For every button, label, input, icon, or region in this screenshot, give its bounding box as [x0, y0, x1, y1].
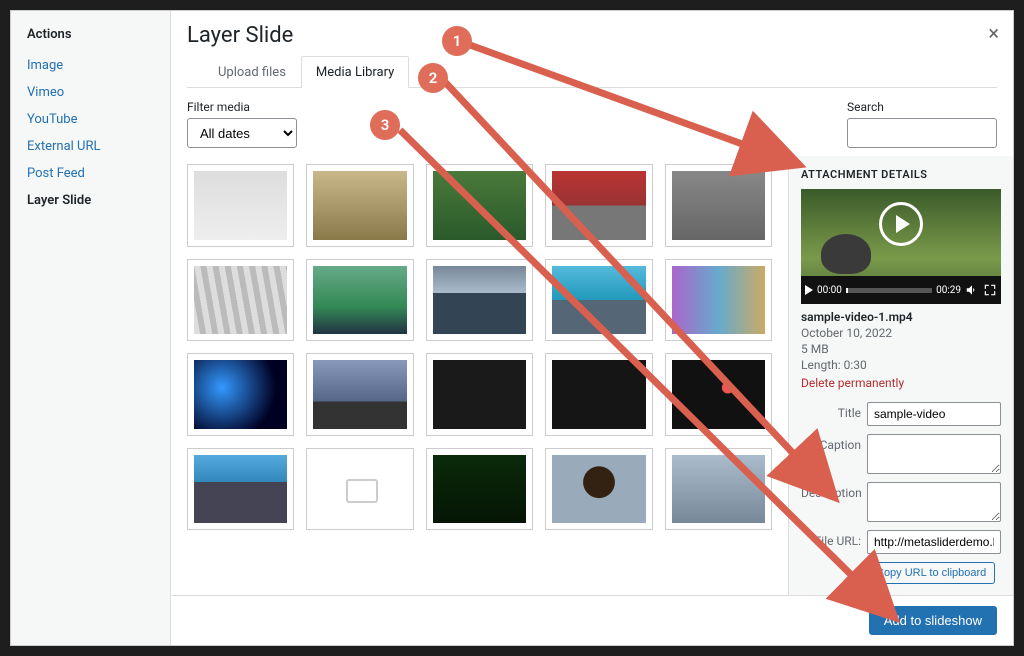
close-icon[interactable]: × [988, 21, 999, 45]
delete-link[interactable]: Delete permanently [801, 376, 904, 390]
video-preview[interactable]: 00:00 00:29 [801, 189, 1001, 304]
media-thumb[interactable] [306, 164, 413, 247]
file-name: sample-video-1.mp4 [801, 310, 1001, 324]
media-thumb[interactable] [306, 353, 413, 436]
caption-label: Caption [801, 434, 861, 452]
sidebar-item-youtube[interactable]: YouTube [27, 106, 154, 133]
sidebar-item-post-feed[interactable]: Post Feed [27, 160, 154, 187]
filter-label: Filter media [187, 100, 297, 114]
modal-title: Layer Slide [187, 23, 997, 48]
media-thumb[interactable] [426, 448, 533, 531]
media-thumb[interactable] [187, 448, 294, 531]
caption-textarea[interactable] [867, 434, 1001, 474]
attachment-details: ATTACHMENT DETAILS 00:00 00:29 sample-vi… [788, 156, 1013, 595]
search-label: Search [847, 100, 997, 114]
details-form: Title Caption Description File URL: [801, 402, 1001, 584]
sidebar-item-vimeo[interactable]: Vimeo [27, 79, 154, 106]
volume-icon[interactable] [965, 283, 979, 297]
play-icon[interactable] [879, 202, 923, 246]
toolbar: Filter media All dates Search [171, 88, 1013, 156]
filter-group: Filter media All dates [187, 100, 297, 148]
media-thumb[interactable] [306, 448, 413, 531]
media-thumb[interactable] [545, 448, 652, 531]
search-group: Search [847, 100, 997, 148]
media-grid [187, 164, 772, 530]
tabs: Upload files Media Library [187, 56, 997, 88]
actions-sidebar: Actions Image Vimeo YouTube External URL… [11, 11, 171, 645]
description-textarea[interactable] [867, 482, 1001, 522]
sidebar-item-image[interactable]: Image [27, 52, 154, 79]
sidebar-item-external-url[interactable]: External URL [27, 133, 154, 160]
modal-header: Layer Slide Upload files Media Library [171, 11, 1013, 88]
title-input[interactable] [867, 402, 1001, 426]
media-thumb[interactable] [187, 353, 294, 436]
copy-url-button[interactable]: Copy URL to clipboard [867, 562, 995, 584]
media-thumb[interactable] [665, 259, 772, 342]
media-grid-scroll[interactable] [171, 156, 788, 595]
sidebar-item-layer-slide[interactable]: Layer Slide [27, 187, 154, 214]
video-still [821, 234, 871, 274]
video-play-icon[interactable] [805, 285, 813, 295]
media-modal: Actions Image Vimeo YouTube External URL… [10, 10, 1014, 646]
media-thumb[interactable] [545, 259, 652, 342]
tab-media-library[interactable]: Media Library [301, 56, 409, 88]
video-controls: 00:00 00:29 [801, 276, 1001, 304]
video-time-total: 00:29 [936, 285, 961, 296]
media-thumb[interactable] [426, 259, 533, 342]
video-time-current: 00:00 [817, 285, 842, 296]
media-thumb[interactable] [665, 164, 772, 247]
description-label: Description [801, 482, 861, 500]
file-size: 5 MB [801, 342, 1001, 356]
modal-footer: Add to slideshow [171, 595, 1013, 645]
video-progress[interactable] [846, 288, 932, 293]
media-thumb[interactable] [306, 259, 413, 342]
media-thumb[interactable] [665, 448, 772, 531]
fullscreen-icon[interactable] [983, 283, 997, 297]
meta-info: sample-video-1.mp4 October 10, 2022 5 MB… [801, 310, 1001, 390]
media-thumb[interactable] [187, 164, 294, 247]
media-thumb[interactable] [545, 353, 652, 436]
search-input[interactable] [847, 118, 997, 148]
media-thumb[interactable] [426, 353, 533, 436]
sidebar-heading: Actions [27, 27, 154, 42]
file-length: Length: 0:30 [801, 358, 1001, 372]
title-label: Title [801, 402, 861, 420]
add-to-slideshow-button[interactable]: Add to slideshow [869, 606, 997, 635]
media-thumb[interactable] [665, 353, 772, 436]
main-panel: × Layer Slide Upload files Media Library… [171, 11, 1013, 645]
file-date: October 10, 2022 [801, 326, 1001, 340]
url-input[interactable] [867, 530, 1001, 554]
tab-upload-files[interactable]: Upload files [203, 56, 301, 88]
media-thumb[interactable] [545, 164, 652, 247]
content-wrap: ATTACHMENT DETAILS 00:00 00:29 sample-vi… [171, 156, 1013, 595]
media-thumb[interactable] [426, 164, 533, 247]
details-heading: ATTACHMENT DETAILS [801, 168, 1001, 181]
url-label: File URL: [801, 530, 861, 548]
filter-select[interactable]: All dates [187, 118, 297, 148]
media-thumb[interactable] [187, 259, 294, 342]
